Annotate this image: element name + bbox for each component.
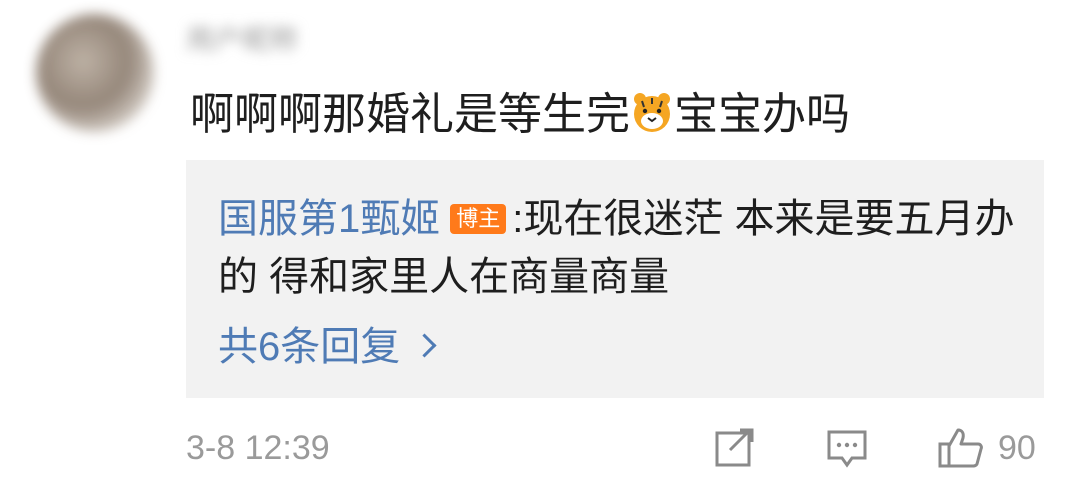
comment-text-part1: 啊啊啊那婚礼是等生完	[190, 90, 630, 139]
tiger-face-icon	[634, 93, 670, 132]
reply-separator: :	[512, 197, 524, 241]
view-more-replies-link[interactable]: 共6条回复	[218, 320, 437, 374]
comment-text-part2: 宝宝办吗	[674, 90, 850, 139]
more-replies-label[interactable]: 共6条回复	[218, 325, 400, 369]
reply-text: 国服第1甄姬 博主:现在很迷茫 本来是要五月办的 得和家里人在商量商量	[218, 190, 1018, 306]
reply-author[interactable]: 国服第1甄姬	[218, 197, 440, 241]
comment-footer: 3-8 12:39 90	[186, 426, 1044, 470]
chevron-right-icon	[412, 333, 437, 358]
author-badge: 博主	[450, 204, 507, 234]
comment-icon[interactable]	[826, 426, 868, 470]
reply-preview[interactable]: 国服第1甄姬 博主:现在很迷茫 本来是要五月办的 得和家里人在商量商量 共6条回复	[186, 160, 1044, 398]
comment-text: 啊啊啊那婚礼是等生完 宝宝办吗	[190, 88, 850, 142]
comment-card: 用户昵称 啊啊啊那婚礼是等生完 宝宝办吗 国服第1甄姬 博主:现在很迷茫 本来是要…	[0, 0, 1080, 479]
thumbs-up-icon[interactable]	[938, 426, 984, 470]
like-count: 90	[998, 429, 1036, 467]
username[interactable]: 用户昵称	[186, 26, 386, 54]
like-button[interactable]: 90	[938, 426, 1048, 470]
share-icon[interactable]	[714, 426, 756, 470]
avatar[interactable]	[36, 14, 154, 132]
timestamp: 3-8 12:39	[186, 429, 330, 467]
